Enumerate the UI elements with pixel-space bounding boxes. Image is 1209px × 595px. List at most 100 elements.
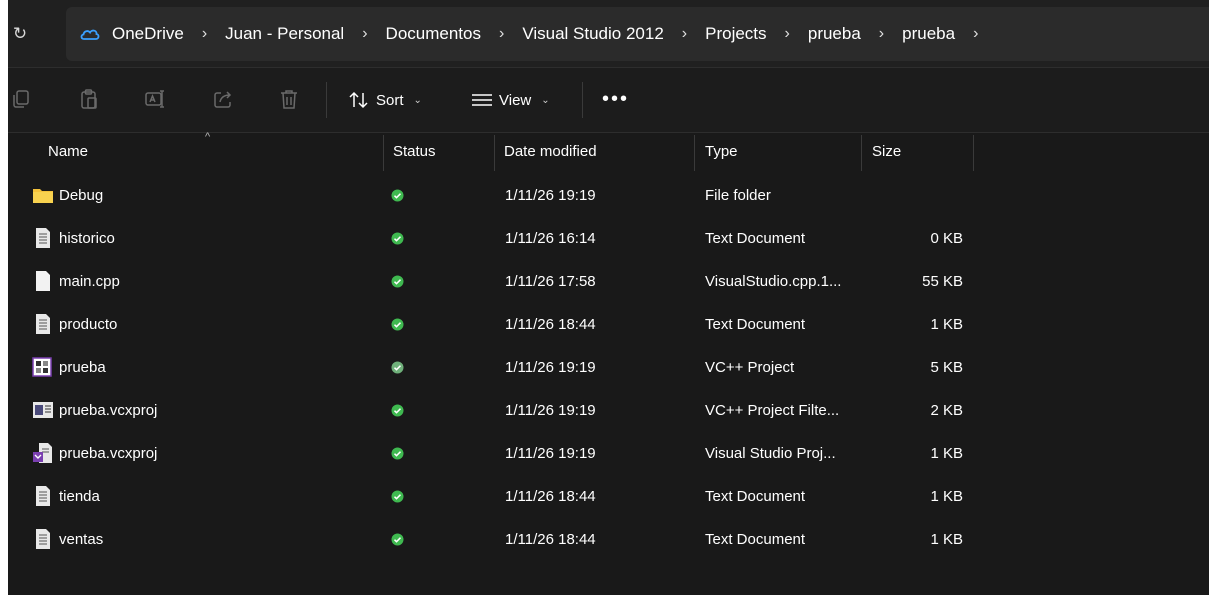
file-size: 55 KB bbox=[922, 273, 963, 290]
file-type: VisualStudio.cpp.1... bbox=[705, 273, 842, 290]
sort-icon bbox=[349, 91, 368, 109]
file-date: 1/11/26 18:44 bbox=[505, 488, 596, 505]
more-options-button[interactable]: ••• bbox=[602, 89, 629, 109]
vc-filters-icon bbox=[33, 402, 53, 418]
file-row-historico[interactable]: historico 1/11/26 16:14 Text Document 0 … bbox=[8, 217, 1209, 260]
chevron-down-icon: ⌄ bbox=[413, 94, 422, 106]
paste-icon[interactable] bbox=[78, 88, 100, 110]
file-size bbox=[870, 174, 963, 217]
chevron-right-icon[interactable]: › bbox=[483, 25, 520, 43]
folder-icon bbox=[33, 189, 53, 203]
file-name: prueba.vcxproj bbox=[59, 445, 158, 462]
file-size: 0 KB bbox=[930, 230, 963, 247]
view-label: View bbox=[499, 91, 532, 109]
file-row-debug[interactable]: Debug 1/11/26 19:19 File folder bbox=[8, 174, 1209, 217]
chevron-right-icon[interactable]: › bbox=[957, 25, 994, 43]
chevron-down-icon: ⌄ bbox=[541, 94, 550, 106]
column-header-status[interactable]: Status bbox=[393, 133, 436, 171]
chevron-right-icon[interactable]: › bbox=[666, 25, 703, 43]
breadcrumb-juan-personal[interactable]: Juan - Personal bbox=[223, 24, 346, 44]
file-row-producto[interactable]: producto 1/11/26 18:44 Text Document 1 K… bbox=[8, 303, 1209, 346]
file-type: Text Document bbox=[705, 316, 806, 333]
column-header-type[interactable]: Type bbox=[705, 133, 738, 171]
breadcrumb-onedrive[interactable]: OneDrive bbox=[110, 24, 186, 44]
file-name: ventas bbox=[59, 531, 104, 548]
chevron-right-icon[interactable]: › bbox=[346, 25, 383, 43]
file-date: 1/11/26 17:58 bbox=[505, 273, 596, 290]
refresh-button[interactable]: ↻ bbox=[10, 22, 30, 46]
breadcrumb-documentos[interactable]: Documentos bbox=[384, 24, 483, 44]
sort-button[interactable]: Sort ⌄ bbox=[348, 88, 422, 112]
sync-ok-icon bbox=[391, 189, 404, 202]
file-size: 1 KB bbox=[930, 488, 963, 505]
file-name: prueba bbox=[59, 359, 106, 376]
file-row-prueba[interactable]: prueba 1/11/26 19:19 VC++ Project 5 KB bbox=[8, 346, 1209, 389]
sync-ok-icon bbox=[391, 232, 404, 245]
file-row-main-cpp[interactable]: main.cpp 1/11/26 17:58 VisualStudio.cpp.… bbox=[8, 260, 1209, 303]
breadcrumb-visual-studio-2012[interactable]: Visual Studio 2012 bbox=[520, 24, 665, 44]
file-row-tienda[interactable]: tienda 1/11/26 18:44 Text Document 1 KB bbox=[8, 475, 1209, 518]
file-type: Text Document bbox=[705, 230, 806, 247]
file-type: Text Document bbox=[705, 531, 806, 548]
column-header-date-modified[interactable]: Date modified bbox=[504, 133, 597, 171]
column-header-name[interactable]: Name bbox=[48, 133, 88, 171]
view-button[interactable]: View ⌄ bbox=[471, 88, 550, 112]
sync-ok-icon bbox=[391, 404, 404, 417]
file-row-prueba-vcxproj[interactable]: prueba.vcxproj 1/11/26 19:19 Visual Stud… bbox=[8, 432, 1209, 475]
breadcrumb-prueba[interactable]: prueba bbox=[806, 24, 863, 44]
file-size: 1 KB bbox=[930, 445, 963, 462]
file-name: producto bbox=[59, 316, 118, 333]
column-resize-handle[interactable] bbox=[973, 135, 974, 171]
breadcrumb-prueba-current[interactable]: prueba bbox=[900, 24, 957, 44]
command-bar: Sort ⌄ View ⌄ ••• bbox=[8, 68, 1209, 133]
vs-project-icon bbox=[33, 443, 52, 463]
sync-ok-icon bbox=[391, 533, 404, 546]
toolbar-divider bbox=[582, 82, 583, 118]
column-resize-handle[interactable] bbox=[383, 135, 384, 171]
column-headers: ^ Name Status Date modified Type Size bbox=[8, 131, 1209, 171]
file-size: 5 KB bbox=[930, 359, 963, 376]
view-list-icon bbox=[472, 94, 492, 106]
chevron-right-icon[interactable]: › bbox=[186, 25, 223, 43]
file-date: 1/11/26 19:19 bbox=[505, 402, 596, 419]
file-row-ventas[interactable]: ventas 1/11/26 18:44 Text Document 1 KB bbox=[8, 518, 1209, 561]
onedrive-icon bbox=[80, 29, 100, 40]
chevron-right-icon[interactable]: › bbox=[769, 25, 806, 43]
copy-icon[interactable] bbox=[10, 88, 32, 110]
sync-ok-icon bbox=[391, 318, 404, 331]
column-header-size[interactable]: Size bbox=[872, 133, 901, 171]
rename-icon[interactable] bbox=[144, 88, 166, 110]
share-icon[interactable] bbox=[212, 88, 234, 110]
file-type: Visual Studio Proj... bbox=[705, 445, 836, 462]
file-type: VC++ Project bbox=[705, 359, 795, 376]
sync-ok-icon bbox=[391, 490, 404, 503]
toolbar-divider bbox=[326, 82, 327, 118]
file-size: 2 KB bbox=[930, 402, 963, 419]
sort-ascending-icon: ^ bbox=[205, 131, 211, 143]
file-date: 1/11/26 19:19 bbox=[505, 359, 596, 376]
column-resize-handle[interactable] bbox=[694, 135, 695, 171]
file-list: Debug 1/11/26 19:19 File folder historic… bbox=[8, 174, 1209, 561]
file-type: File folder bbox=[705, 187, 771, 204]
chevron-right-icon[interactable]: › bbox=[863, 25, 900, 43]
breadcrumb[interactable]: OneDrive › Juan - Personal › Documentos … bbox=[66, 7, 1209, 61]
breadcrumb-projects[interactable]: Projects bbox=[703, 24, 768, 44]
file-date: 1/11/26 18:44 bbox=[505, 531, 596, 548]
text-document-icon bbox=[36, 314, 50, 334]
file-name: main.cpp bbox=[59, 273, 120, 290]
sync-ok-icon bbox=[391, 447, 404, 460]
text-document-icon bbox=[36, 228, 50, 248]
file-date: 1/11/26 19:19 bbox=[505, 445, 596, 462]
file-size: 1 KB bbox=[930, 531, 963, 548]
delete-icon[interactable] bbox=[278, 88, 300, 110]
column-resize-handle[interactable] bbox=[861, 135, 862, 171]
file-name: Debug bbox=[59, 187, 104, 204]
file-name: prueba.vcxproj bbox=[59, 402, 158, 419]
column-resize-handle[interactable] bbox=[494, 135, 495, 171]
file-explorer-window: ↻ OneDrive › Juan - Personal › Documento… bbox=[8, 0, 1209, 595]
file-name: historico bbox=[59, 230, 115, 247]
file-row-prueba-vcxproj-filters[interactable]: prueba.vcxproj 1/11/26 19:19 VC++ Projec… bbox=[8, 389, 1209, 432]
vc-project-icon bbox=[32, 357, 52, 377]
file-date: 1/11/26 18:44 bbox=[505, 316, 596, 333]
file-type: Text Document bbox=[705, 488, 806, 505]
